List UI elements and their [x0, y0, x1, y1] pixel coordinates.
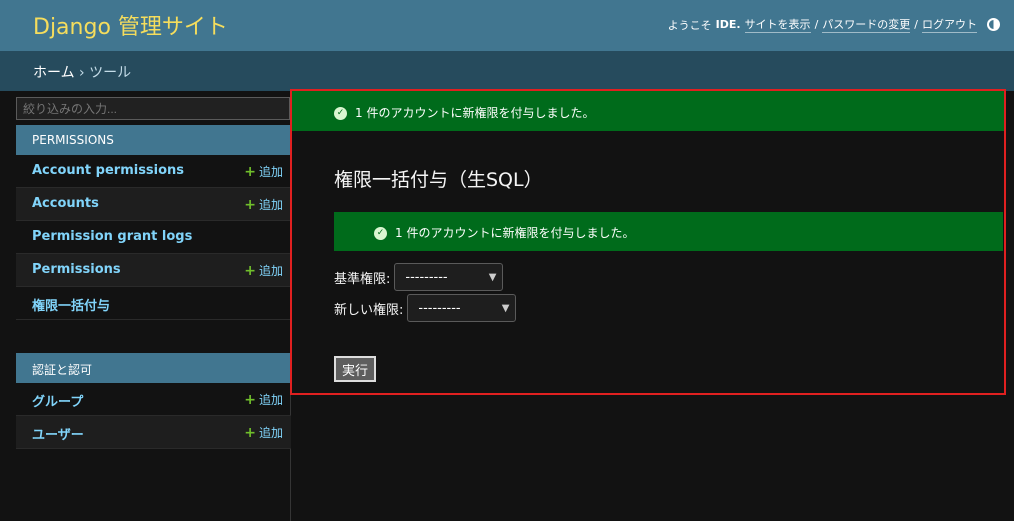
add-link[interactable]: + 追加 [244, 391, 283, 408]
sidebar-item-permission-grant-logs: Permission grant logs [16, 221, 291, 254]
theme-toggle-icon[interactable] [987, 18, 1000, 31]
app-caption-permissions[interactable]: PERMISSIONS [16, 125, 291, 155]
welcome-text: ようこそ [667, 18, 712, 32]
chevron-down-icon: ▼ [501, 302, 510, 314]
add-label: 追加 [258, 165, 283, 179]
model-link[interactable]: Permission grant logs [32, 229, 192, 244]
sidebar-item-groups: グループ + 追加 [16, 383, 291, 416]
success-message: ✓ 1 件のアカウントに新権限を付与しました。 [292, 91, 1004, 131]
page-title: 権限一括付与（生SQL） [334, 169, 543, 191]
add-plus-icon: + [244, 263, 256, 279]
success-check-icon: ✓ [374, 227, 387, 240]
add-label: 追加 [258, 198, 283, 212]
base-permission-label: 基準権限: [334, 271, 391, 287]
model-link[interactable]: Permissions [32, 262, 121, 277]
app-caption-auth[interactable]: 認証と認可 [16, 353, 291, 383]
model-link[interactable]: グループ [32, 391, 83, 410]
header: Django 管理サイト ようこそ IDE. サイトを表示 / パスワードの変更… [0, 0, 1014, 51]
add-plus-icon: + [244, 164, 256, 180]
username: IDE. [715, 18, 741, 31]
select-value: --------- [418, 300, 461, 316]
sidebar-item-users: ユーザー + 追加 [16, 416, 291, 449]
add-label: 追加 [258, 264, 283, 278]
add-label: 追加 [258, 393, 283, 407]
logout-link[interactable]: ログアウト [922, 16, 977, 33]
submit-button[interactable]: 実行 [334, 356, 377, 382]
sidebar-item-accounts: Accounts + 追加 [16, 188, 291, 221]
view-site-link[interactable]: サイトを表示 [744, 16, 811, 33]
inner-success-message: ✓ 1 件のアカウントに新権限を付与しました。 [334, 212, 1003, 251]
breadcrumb: ホーム › ツール [0, 51, 1014, 91]
breadcrumb-current: ツール [89, 65, 132, 81]
add-plus-icon: + [244, 392, 256, 408]
add-plus-icon: + [244, 197, 256, 213]
separator: / [914, 18, 918, 31]
new-permission-select[interactable]: --------- ▼ [407, 294, 517, 322]
breadcrumb-separator: › [79, 65, 85, 81]
select-value: --------- [405, 269, 448, 285]
separator: / [814, 18, 819, 31]
add-plus-icon: + [244, 425, 256, 441]
model-link[interactable]: Accounts [32, 196, 99, 211]
sidebar-item-permissions: Permissions + 追加 [16, 254, 291, 287]
sidebar-item-account-permissions: Account permissions + 追加 [16, 155, 291, 188]
message-text: 1 件のアカウントに新権限を付与しました。 [355, 106, 595, 120]
add-link[interactable]: + 追加 [244, 163, 283, 180]
add-label: 追加 [258, 426, 283, 440]
add-link[interactable]: + 追加 [244, 196, 283, 213]
user-tools: ようこそ IDE. サイトを表示 / パスワードの変更 / ログアウト [668, 16, 1000, 33]
model-link[interactable]: 権限一括付与 [32, 295, 110, 314]
model-link[interactable]: Account permissions [32, 163, 184, 178]
sidebar-item-bulk-grant: 権限一括付与 [16, 287, 291, 320]
chevron-down-icon: ▼ [488, 271, 497, 283]
message-text: 1 件のアカウントに新権限を付与しました。 [395, 226, 635, 240]
model-link[interactable]: ユーザー [32, 424, 84, 443]
change-password-link[interactable]: パスワードの変更 [822, 16, 911, 33]
site-brand[interactable]: Django 管理サイト [33, 9, 228, 41]
sidebar: PERMISSIONS Account permissions +追加 Acco… [15, 91, 291, 521]
main-content: ✓ 1 件のアカウントに新権限を付与しました。 権限一括付与（生SQL） ✓ 1 件… [290, 89, 1006, 395]
base-permission-select[interactable]: --------- ▼ [394, 263, 504, 291]
sidebar-filter-input[interactable] [16, 97, 290, 120]
breadcrumb-home[interactable]: ホーム [33, 65, 75, 81]
base-permission-row: 基準権限: --------- ▼ [334, 263, 504, 291]
success-check-icon: ✓ [334, 107, 347, 120]
new-permission-row: 新しい権限: --------- ▼ [334, 294, 517, 322]
add-link[interactable]: + 追加 [244, 262, 283, 279]
new-permission-label: 新しい権限: [334, 302, 404, 318]
add-link[interactable]: + 追加 [244, 424, 283, 441]
